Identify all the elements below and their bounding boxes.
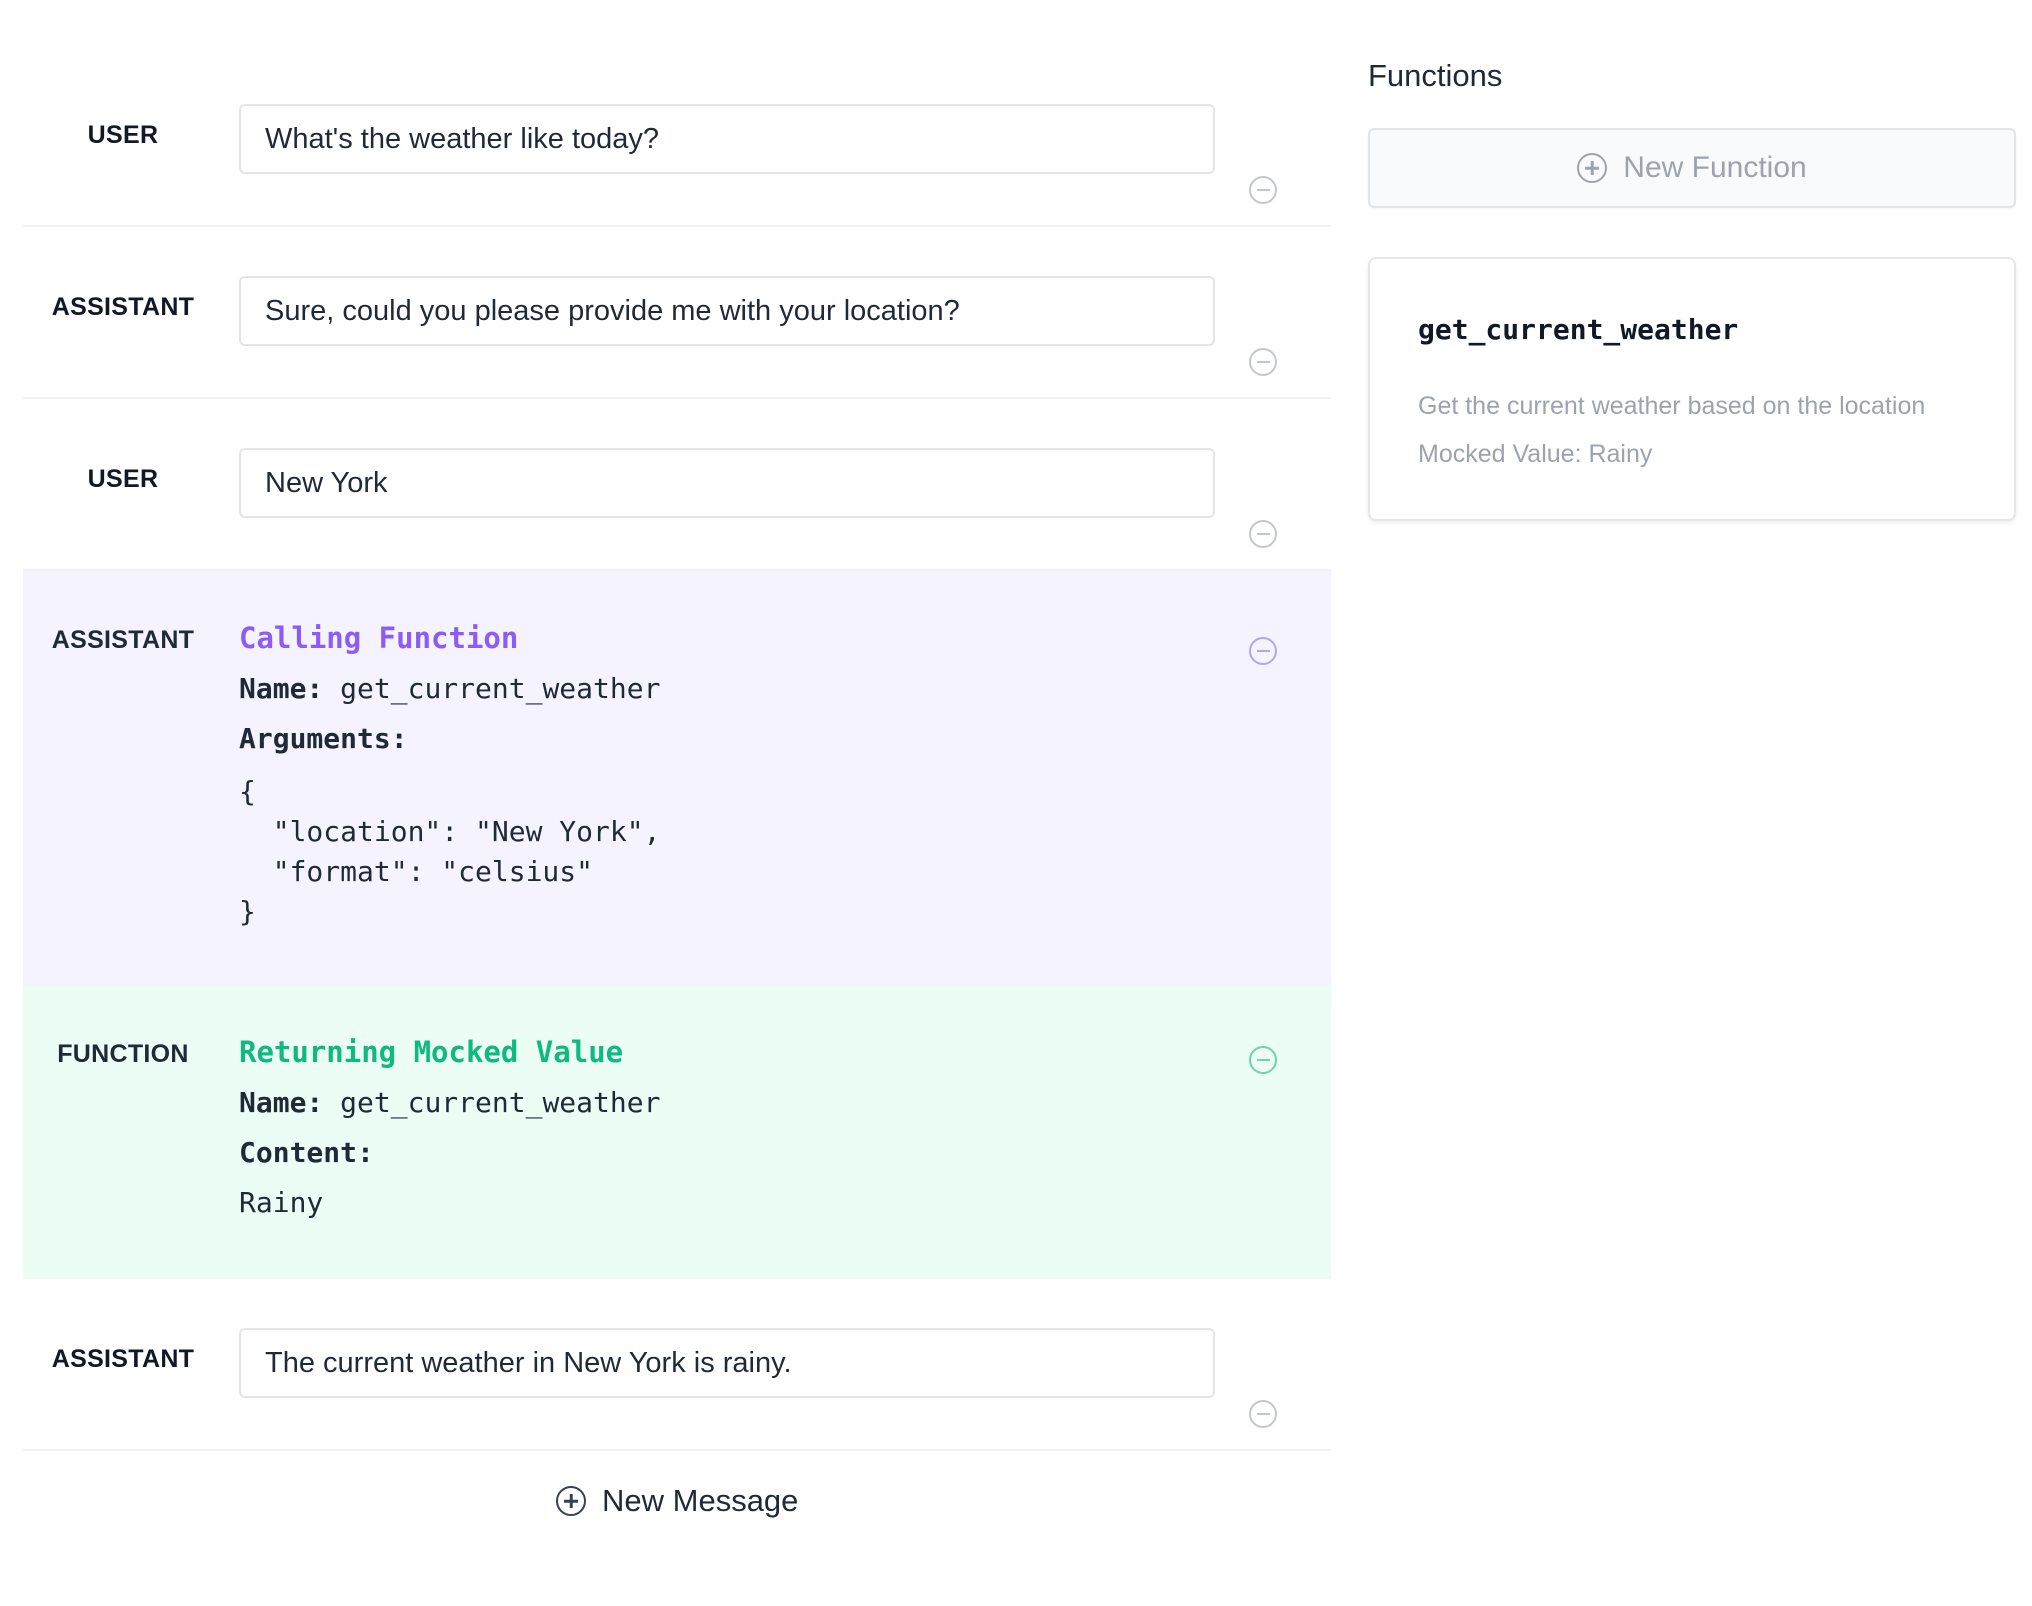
remove-message-button[interactable] xyxy=(1249,348,1277,376)
function-name-value: get_current_weather xyxy=(340,1086,661,1119)
function-call-message: ASSISTANT Calling Function Name: get_cur… xyxy=(23,571,1331,985)
new-function-label: New Function xyxy=(1623,151,1807,184)
minus-circle-icon xyxy=(1256,533,1270,535)
arguments-line: Arguments: xyxy=(239,722,660,755)
message-row: ASSISTANT Sure, could you please provide… xyxy=(23,227,1331,399)
minus-circle-icon xyxy=(1256,650,1270,652)
remove-message-button[interactable] xyxy=(1249,176,1277,204)
new-message-button[interactable]: New Message xyxy=(556,1483,798,1519)
function-card-name: get_current_weather xyxy=(1418,313,1739,346)
minus-circle-icon xyxy=(1256,1413,1270,1415)
message-content-input[interactable]: New York xyxy=(239,448,1215,518)
message-content-input[interactable]: What's the weather like today? xyxy=(239,104,1215,174)
remove-message-button[interactable] xyxy=(1249,1400,1277,1428)
message-role: USER xyxy=(87,121,159,149)
function-name-line: Name: get_current_weather xyxy=(239,1086,660,1119)
message-row: USER What's the weather like today? xyxy=(23,55,1331,227)
remove-message-button[interactable] xyxy=(1249,520,1277,548)
message-content-input[interactable]: Sure, could you please provide me with y… xyxy=(239,276,1215,346)
minus-circle-icon xyxy=(1256,1059,1270,1061)
content-line: Content: xyxy=(239,1136,660,1169)
arguments-label: Arguments: xyxy=(239,722,408,755)
minus-circle-icon xyxy=(1256,361,1270,363)
function-call-details: Calling Function Name: get_current_weath… xyxy=(239,621,660,932)
message-role: FUNCTION xyxy=(57,1040,189,1068)
content-label: Content: xyxy=(239,1136,374,1169)
message-role: USER xyxy=(87,465,159,493)
function-card-description: Get the current weather based on the loc… xyxy=(1418,392,1926,420)
message-role: ASSISTANT xyxy=(51,626,195,654)
function-card-mocked-value: Mocked Value: Rainy xyxy=(1418,440,1653,468)
remove-message-button[interactable] xyxy=(1249,1046,1277,1074)
function-result-content: Rainy xyxy=(239,1186,324,1219)
message-row: ASSISTANT The current weather in New Yor… xyxy=(23,1279,1331,1451)
function-call-heading: Calling Function xyxy=(239,621,519,655)
functions-title: Functions xyxy=(1368,58,1503,93)
remove-message-button[interactable] xyxy=(1249,637,1277,665)
new-function-button[interactable]: New Function xyxy=(1368,128,2016,208)
function-arguments-json: { "location": "New York", "format": "cel… xyxy=(239,775,661,928)
function-result-message: FUNCTION Returning Mocked Value Name: ge… xyxy=(23,985,1331,1279)
message-role: ASSISTANT xyxy=(51,293,195,321)
name-label: Name: xyxy=(239,672,324,705)
message-list: USER What's the weather like today? ASSI… xyxy=(23,0,1331,1451)
function-result-details: Returning Mocked Value Name: get_current… xyxy=(239,1035,660,1236)
function-card[interactable]: get_current_weather Get the current weat… xyxy=(1368,257,2016,521)
name-label: Name: xyxy=(239,1086,324,1119)
message-content-input[interactable]: The current weather in New York is rainy… xyxy=(239,1328,1215,1398)
function-result-heading: Returning Mocked Value xyxy=(239,1035,624,1069)
new-message-label: New Message xyxy=(602,1483,799,1518)
message-row: USER New York xyxy=(23,399,1331,571)
plus-circle-icon xyxy=(556,1486,586,1516)
minus-circle-icon xyxy=(1256,189,1270,191)
message-role: ASSISTANT xyxy=(51,1345,195,1373)
function-name-line: Name: get_current_weather xyxy=(239,672,660,705)
function-name-value: get_current_weather xyxy=(340,672,661,705)
plus-circle-icon xyxy=(1577,153,1608,183)
